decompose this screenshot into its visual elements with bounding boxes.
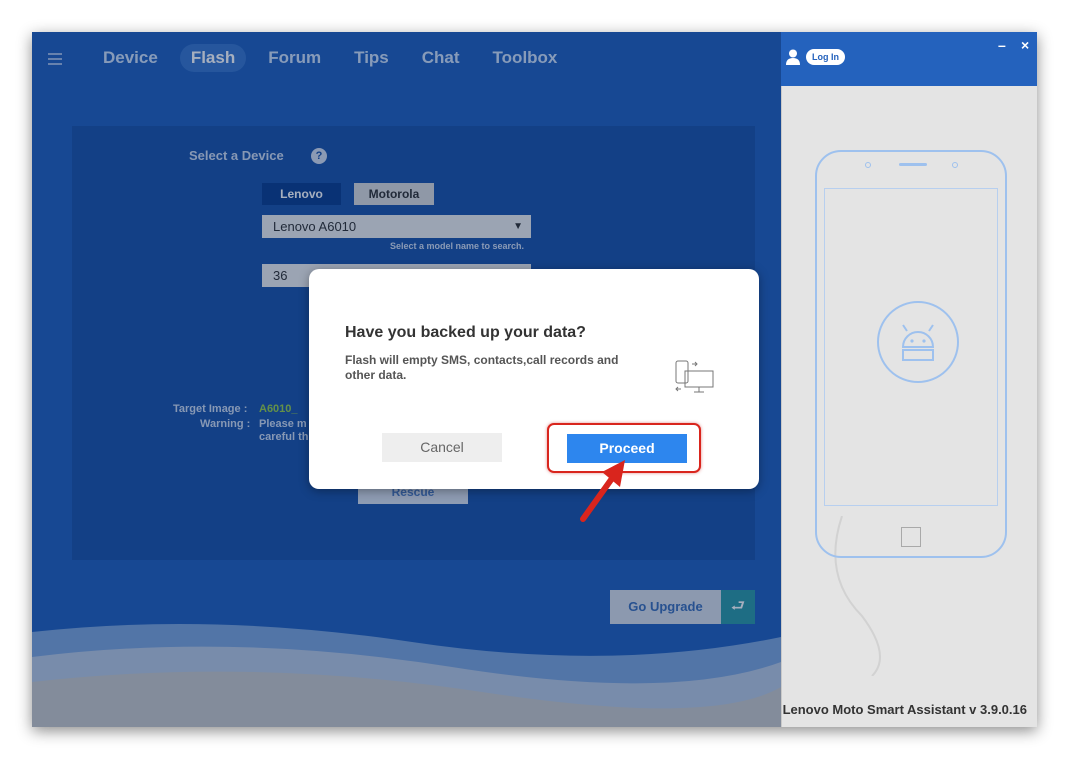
dialog-title: Have you backed up your data? xyxy=(345,324,586,341)
login-button[interactable]: Log In xyxy=(806,49,845,65)
cancel-button[interactable]: Cancel xyxy=(382,433,502,462)
app-version: Lenovo Moto Smart Assistant v 3.9.0.16 xyxy=(782,702,1027,717)
backup-confirm-dialog: Have you backed up your data? Flash will… xyxy=(309,269,759,489)
device-preview-panel: Lenovo Moto Smart Assistant v 3.9.0.16 xyxy=(781,86,1037,727)
home-button-illustration xyxy=(901,527,921,547)
phone-computer-icon xyxy=(675,360,714,393)
user-icon[interactable] xyxy=(786,49,800,65)
phone-screen xyxy=(824,188,998,506)
red-arrow-icon xyxy=(580,460,625,522)
android-icon xyxy=(901,324,935,361)
minimize-button[interactable]: – xyxy=(998,37,1006,53)
dialog-message: Flash will empty SMS, contacts,call reco… xyxy=(345,353,619,382)
close-button[interactable]: × xyxy=(1021,37,1029,53)
phone-illustration xyxy=(815,150,1007,558)
user-area: Log In xyxy=(786,49,845,65)
